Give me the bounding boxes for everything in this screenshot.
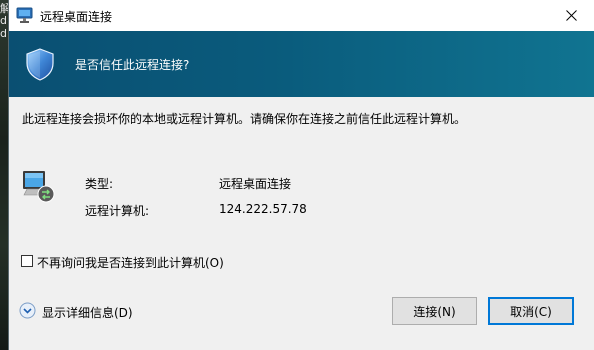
- type-value: 远程桌面连接: [219, 177, 292, 191]
- header-banner: 是否信任此远程连接?: [9, 31, 594, 97]
- chevron-down-icon[interactable]: [19, 302, 36, 319]
- close-icon: [565, 10, 577, 21]
- remote-computer-label: 远程计算机:: [85, 204, 150, 218]
- shield-icon: [26, 48, 54, 81]
- connect-button[interactable]: 连接(N): [392, 297, 477, 325]
- warning-message: 此远程连接会损坏你的本地或远程计算机。请确保你在连接之前信任此远程计算机。: [22, 112, 467, 126]
- close-button[interactable]: [548, 0, 594, 31]
- remote-computer-value: 124.222.57.78: [219, 202, 307, 216]
- trust-question: 是否信任此远程连接?: [75, 58, 190, 72]
- desktop-icon-label: 解: [0, 3, 8, 15]
- remote-computer-icon: [23, 171, 55, 203]
- remote-desktop-icon: [16, 7, 33, 23]
- show-details-button[interactable]: 显示详细信息(D): [42, 304, 133, 321]
- desktop-icon-label: d: [0, 28, 7, 40]
- rdp-trust-dialog: 远程桌面连接 是否信任此远程连接? 此远程连接会损坏你的本地或远程计算机。请确保…: [8, 0, 594, 350]
- desktop-background: [0, 0, 8, 350]
- title-bar[interactable]: 远程桌面连接: [9, 0, 594, 31]
- type-label: 类型:: [85, 177, 114, 191]
- dont-ask-label[interactable]: 不再询问我是否连接到此计算机(O): [37, 254, 224, 271]
- cancel-button[interactable]: 取消(C): [488, 297, 574, 325]
- dont-ask-checkbox[interactable]: [21, 255, 33, 267]
- window-title: 远程桌面连接: [40, 10, 113, 24]
- desktop-icon-label: d: [0, 15, 7, 27]
